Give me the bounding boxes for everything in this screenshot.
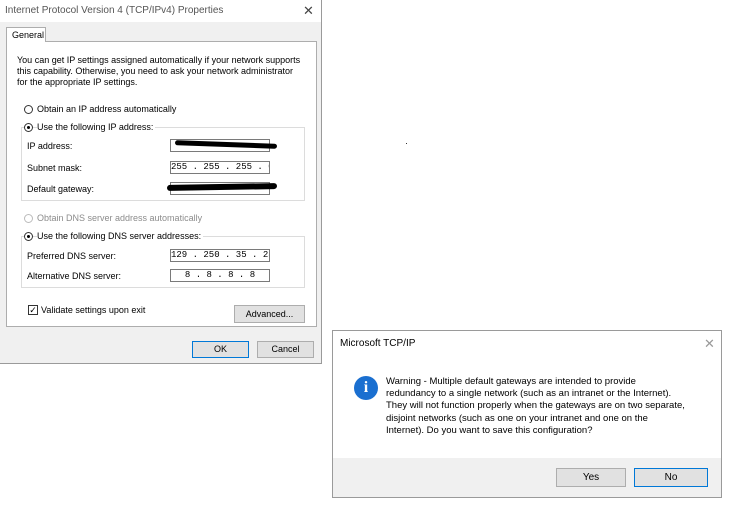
validate-label: Validate settings upon exit: [41, 305, 146, 315]
warning-dialog: Microsoft TCP/IP ✕ i Warning - Multiple …: [332, 330, 722, 498]
ok-button[interactable]: OK: [192, 341, 249, 358]
yes-button[interactable]: Yes: [556, 468, 626, 487]
description-text: You can get IP settings assigned automat…: [17, 55, 300, 88]
message-line: disjoint networks (such as one on your i…: [386, 412, 648, 424]
obtain-dns-auto-radio[interactable]: [24, 214, 33, 223]
use-following-dns-label: Use the following DNS server addresses:: [37, 231, 204, 241]
ipv4-properties-dialog: Internet Protocol Version 4 (TCP/IPv4) P…: [0, 0, 322, 364]
cancel-button[interactable]: Cancel: [257, 341, 314, 358]
warning-message: Warning - Multiple default gateways are …: [386, 376, 706, 437]
preferred-dns-label: Preferred DNS server:: [27, 251, 117, 261]
default-gateway-label: Default gateway:: [27, 184, 95, 194]
obtain-ip-auto-label: Obtain an IP address automatically: [37, 104, 177, 114]
message-line: Internet). Do you want to save this conf…: [386, 424, 593, 436]
description-line: for the appropriate IP settings.: [17, 77, 138, 87]
obtain-dns-auto-label: Obtain DNS server address automatically: [37, 213, 203, 223]
tab-general[interactable]: General: [6, 27, 46, 42]
close-icon[interactable]: ✕: [704, 337, 715, 350]
advanced-button[interactable]: Advanced...: [234, 305, 305, 323]
obtain-ip-auto-radio[interactable]: [24, 105, 33, 114]
description-line: this capability. Otherwise, you need to …: [17, 66, 293, 76]
warning-dialog-title: Microsoft TCP/IP: [340, 338, 416, 349]
info-icon: i: [354, 376, 378, 400]
preferred-dns-field[interactable]: 129 . 250 . 35 . 250: [170, 249, 270, 262]
stray-dot: [406, 143, 407, 144]
button-bar: Yes No: [333, 458, 721, 497]
subnet-mask-label: Subnet mask:: [27, 163, 83, 173]
use-following-ip-label: Use the following IP address:: [37, 122, 156, 132]
message-line: They will not function properly when the…: [386, 400, 685, 412]
close-icon[interactable]: ✕: [303, 4, 314, 17]
ip-address-label: IP address:: [27, 141, 73, 151]
no-button[interactable]: No: [634, 468, 708, 487]
title-bar: Internet Protocol Version 4 (TCP/IPv4) P…: [0, 0, 321, 22]
validate-checkbox[interactable]: ✓: [28, 305, 38, 315]
message-line: redundancy to a single network (such as …: [386, 388, 672, 400]
message-line: Warning - Multiple default gateways are …: [386, 376, 636, 387]
alternative-dns-label: Alternative DNS server:: [27, 271, 122, 281]
use-following-ip-radio[interactable]: [24, 123, 33, 132]
dialog-title: Internet Protocol Version 4 (TCP/IPv4) P…: [5, 5, 224, 16]
description-line: You can get IP settings assigned automat…: [17, 55, 301, 65]
use-following-dns-radio[interactable]: [24, 232, 33, 241]
general-panel: You can get IP settings assigned automat…: [6, 41, 317, 327]
tab-general-label: General: [12, 30, 45, 40]
subnet-mask-field[interactable]: 255 . 255 . 255 . 0: [170, 161, 270, 174]
alternative-dns-field[interactable]: 8 . 8 . 8 . 8: [170, 269, 270, 282]
